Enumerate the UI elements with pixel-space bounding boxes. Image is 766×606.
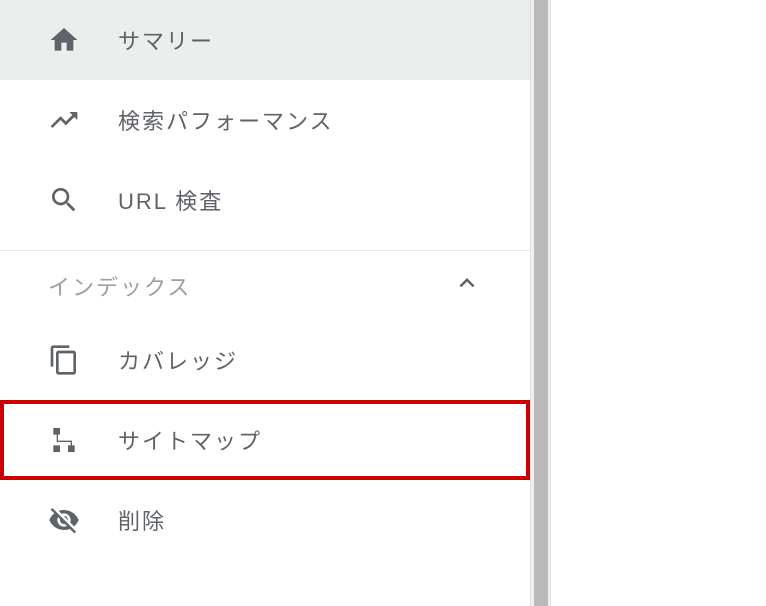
search-icon	[48, 184, 80, 216]
nav-label-url-inspect: URL 検査	[118, 184, 223, 216]
main-content	[550, 0, 766, 606]
scrollbar[interactable]	[530, 0, 550, 606]
visibility-off-icon	[48, 504, 80, 536]
nav-item-removals[interactable]: 削除	[0, 480, 530, 560]
chevron-up-icon	[452, 268, 482, 304]
trending-icon	[48, 104, 80, 136]
nav-item-url-inspect[interactable]: URL 検査	[0, 160, 530, 240]
nav-label-sitemaps: サイトマップ	[118, 424, 262, 456]
nav-label-coverage: カバレッジ	[118, 344, 238, 376]
sitemap-icon	[48, 424, 80, 456]
section-header-index[interactable]: インデックス	[0, 250, 530, 320]
nav-label-performance: 検索パフォーマンス	[118, 104, 334, 136]
nav-label-summary: サマリー	[118, 24, 214, 56]
home-icon	[48, 24, 80, 56]
section-label-index: インデックス	[48, 270, 191, 302]
sidebar: サマリー 検索パフォーマンス URL 検査 インデックス カバレッジ サイトマッ…	[0, 0, 530, 606]
coverage-icon	[48, 344, 80, 376]
nav-item-performance[interactable]: 検索パフォーマンス	[0, 80, 530, 160]
nav-item-summary[interactable]: サマリー	[0, 0, 530, 80]
nav-item-sitemaps[interactable]: サイトマップ	[0, 400, 530, 480]
nav-label-removals: 削除	[118, 504, 166, 536]
scrollbar-thumb[interactable]	[534, 0, 548, 606]
nav-item-coverage[interactable]: カバレッジ	[0, 320, 530, 400]
